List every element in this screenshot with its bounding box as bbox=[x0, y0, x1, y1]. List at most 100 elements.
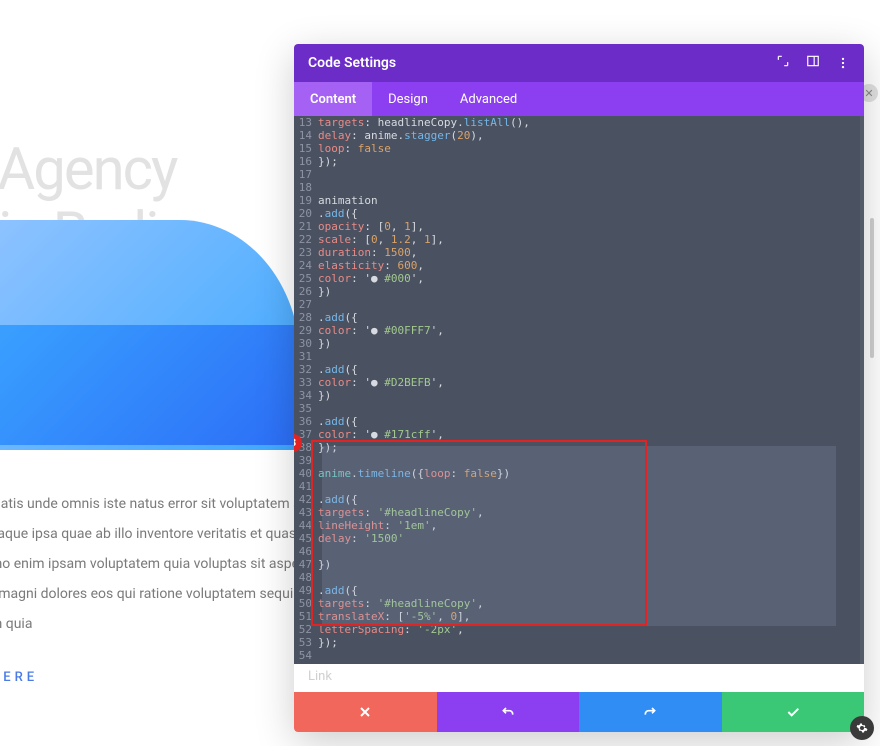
code-content[interactable]: .add({ bbox=[318, 207, 860, 220]
tab-design[interactable]: Design bbox=[372, 82, 444, 116]
code-line[interactable]: 16}); bbox=[294, 155, 860, 168]
code-content[interactable]: }); bbox=[318, 155, 860, 168]
code-content[interactable]: }); bbox=[318, 636, 860, 649]
code-line[interactable]: 55 bbox=[294, 662, 860, 664]
cta-link[interactable]: HERE bbox=[0, 670, 38, 685]
code-line[interactable]: 46 bbox=[294, 545, 860, 558]
code-content[interactable]: color: '● #000', bbox=[318, 272, 860, 285]
code-line[interactable]: 50targets: '#headlineCopy', bbox=[294, 597, 860, 610]
page-scrollbar[interactable] bbox=[870, 218, 874, 358]
code-content[interactable]: lineHeight: '1em', bbox=[318, 519, 860, 532]
more-icon[interactable] bbox=[836, 56, 850, 70]
code-line[interactable]: 27 bbox=[294, 298, 860, 311]
code-line[interactable]: 13targets: headlineCopy.listAll(), bbox=[294, 116, 860, 129]
code-content[interactable]: .add({ bbox=[318, 363, 860, 376]
code-line[interactable]: 44lineHeight: '1em', bbox=[294, 519, 860, 532]
code-content[interactable]: letterSpacing: '-2px', bbox=[318, 623, 860, 636]
code-content[interactable]: }) bbox=[318, 389, 860, 402]
code-line[interactable]: 15loop: false bbox=[294, 142, 860, 155]
code-line[interactable]: 29color: '● #00FFF7', bbox=[294, 324, 860, 337]
code-content[interactable]: color: '● #D2BEFB', bbox=[318, 376, 860, 389]
code-content[interactable]: targets: '#headlineCopy', bbox=[318, 597, 860, 610]
cancel-button[interactable] bbox=[294, 692, 437, 732]
code-line[interactable]: 41 bbox=[294, 480, 860, 493]
code-line[interactable]: 32.add({ bbox=[294, 363, 860, 376]
code-line[interactable]: 43targets: '#headlineCopy', bbox=[294, 506, 860, 519]
code-line[interactable]: 51translateX: ['-5%', 0], bbox=[294, 610, 860, 623]
code-line[interactable]: 53}); bbox=[294, 636, 860, 649]
code-line[interactable]: 37color: '● #171cff', bbox=[294, 428, 860, 441]
code-line[interactable]: 17 bbox=[294, 168, 860, 181]
code-content[interactable]: }) bbox=[318, 337, 860, 350]
code-content[interactable]: delay: '1500' bbox=[318, 532, 860, 545]
code-content[interactable] bbox=[318, 454, 860, 467]
code-line[interactable]: 45delay: '1500' bbox=[294, 532, 860, 545]
code-content[interactable]: loop: false bbox=[318, 142, 860, 155]
code-line[interactable]: 47}) bbox=[294, 558, 860, 571]
save-button[interactable] bbox=[722, 692, 865, 732]
code-content[interactable] bbox=[318, 571, 860, 584]
code-line[interactable]: 39 bbox=[294, 454, 860, 467]
code-line[interactable]: 14delay: anime.stagger(20), bbox=[294, 129, 860, 142]
code-line[interactable]: 33color: '● #D2BEFB', bbox=[294, 376, 860, 389]
code-content[interactable]: elasticity: 600, bbox=[318, 259, 860, 272]
code-line[interactable]: 24elasticity: 600, bbox=[294, 259, 860, 272]
code-content[interactable] bbox=[318, 350, 860, 363]
code-content[interactable]: .add({ bbox=[318, 311, 860, 324]
code-line[interactable]: 54 bbox=[294, 649, 860, 662]
code-line[interactable]: 31 bbox=[294, 350, 860, 363]
code-content[interactable]: delay: anime.stagger(20), bbox=[318, 129, 860, 142]
code-content[interactable]: duration: 1500, bbox=[318, 246, 860, 259]
code-content[interactable]: }); bbox=[318, 441, 860, 454]
code-content[interactable]: anime.timeline({loop: false}) bbox=[318, 467, 860, 480]
code-content[interactable] bbox=[318, 402, 860, 415]
code-content[interactable] bbox=[318, 298, 860, 311]
code-content[interactable]: animation bbox=[318, 194, 860, 207]
code-editor[interactable]: 13targets: headlineCopy.listAll(),14dela… bbox=[294, 116, 864, 664]
code-content[interactable] bbox=[318, 480, 860, 493]
code-line[interactable]: 48 bbox=[294, 571, 860, 584]
tab-content[interactable]: Content bbox=[294, 82, 372, 116]
code-line[interactable]: 28.add({ bbox=[294, 311, 860, 324]
code-line[interactable]: 20.add({ bbox=[294, 207, 860, 220]
code-content[interactable]: .add({ bbox=[318, 493, 860, 506]
code-line[interactable]: 35 bbox=[294, 402, 860, 415]
code-line[interactable]: 40anime.timeline({loop: false}) bbox=[294, 467, 860, 480]
code-line[interactable]: 18 bbox=[294, 181, 860, 194]
expand-icon[interactable] bbox=[776, 54, 790, 72]
code-line[interactable]: 25color: '● #000', bbox=[294, 272, 860, 285]
code-line[interactable]: 38}); bbox=[294, 441, 860, 454]
code-content[interactable] bbox=[318, 662, 860, 664]
redo-button[interactable] bbox=[579, 692, 722, 732]
code-content[interactable] bbox=[318, 168, 860, 181]
code-content[interactable] bbox=[318, 649, 860, 662]
undo-button[interactable] bbox=[437, 692, 580, 732]
code-line[interactable]: 52letterSpacing: '-2px', bbox=[294, 623, 860, 636]
tab-advanced[interactable]: Advanced bbox=[444, 82, 533, 116]
code-line[interactable]: 49.add({ bbox=[294, 584, 860, 597]
code-line[interactable]: 42.add({ bbox=[294, 493, 860, 506]
code-line[interactable]: 19animation bbox=[294, 194, 860, 207]
code-content[interactable] bbox=[318, 545, 860, 558]
code-line[interactable]: 30}) bbox=[294, 337, 860, 350]
code-line[interactable]: 36.add({ bbox=[294, 415, 860, 428]
code-content[interactable]: color: '● #00FFF7', bbox=[318, 324, 860, 337]
code-content[interactable]: targets: '#headlineCopy', bbox=[318, 506, 860, 519]
code-content[interactable]: targets: headlineCopy.listAll(), bbox=[318, 116, 860, 129]
code-line[interactable]: 23duration: 1500, bbox=[294, 246, 860, 259]
code-content[interactable]: }) bbox=[318, 558, 860, 571]
code-content[interactable]: scale: [0, 1.2, 1], bbox=[318, 233, 860, 246]
code-content[interactable]: opacity: [0, 1], bbox=[318, 220, 860, 233]
code-line[interactable]: 34}) bbox=[294, 389, 860, 402]
code-line[interactable]: 22scale: [0, 1.2, 1], bbox=[294, 233, 860, 246]
code-content[interactable]: translateX: ['-5%', 0], bbox=[318, 610, 860, 623]
code-content[interactable]: }) bbox=[318, 285, 860, 298]
panel-icon[interactable] bbox=[806, 54, 820, 72]
code-line[interactable]: 26}) bbox=[294, 285, 860, 298]
code-content[interactable] bbox=[318, 181, 860, 194]
code-content[interactable]: .add({ bbox=[318, 415, 860, 428]
code-content[interactable]: color: '● #171cff', bbox=[318, 428, 860, 441]
gear-icon[interactable] bbox=[850, 716, 874, 740]
code-line[interactable]: 21opacity: [0, 1], bbox=[294, 220, 860, 233]
code-content[interactable]: .add({ bbox=[318, 584, 860, 597]
